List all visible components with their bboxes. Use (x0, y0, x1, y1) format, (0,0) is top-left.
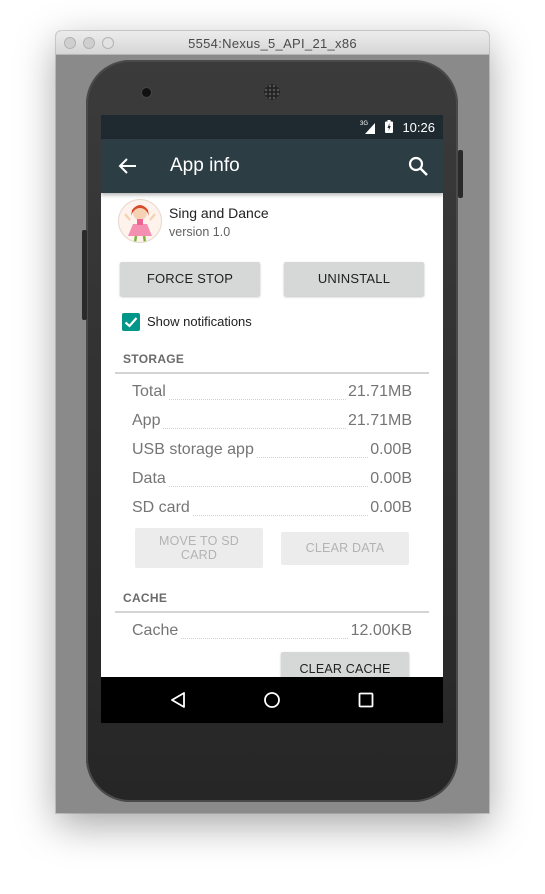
app-bar: App info (101, 139, 443, 193)
network-type-label: 3G (360, 121, 368, 127)
cache-row-value: 12.00KB (348, 622, 412, 640)
cache-divider (115, 611, 429, 613)
uninstall-button[interactable]: UNINSTALL (284, 262, 424, 296)
storage-row-label: App (132, 412, 163, 430)
storage-row-label: Total (132, 383, 168, 401)
show-notifications-label: Show notifications (147, 314, 252, 329)
earpiece-speaker (264, 84, 280, 100)
nav-home-icon[interactable] (263, 691, 281, 709)
uninstall-label: UNINSTALL (317, 271, 391, 286)
front-camera (142, 88, 151, 97)
signal-icon: 3G (360, 121, 375, 134)
back-arrow-icon[interactable] (118, 156, 138, 176)
clear-data-label: CLEAR DATA (305, 541, 385, 555)
clear-data-button[interactable]: CLEAR DATA (281, 532, 409, 565)
window-titlebar: 5554:Nexus_5_API_21_x86 (56, 31, 489, 55)
storage-row-value: 0.00B (368, 470, 412, 488)
storage-row-label: Data (132, 470, 168, 488)
storage-row-label: USB storage app (132, 441, 256, 459)
storage-row-value: 0.00B (368, 441, 412, 459)
clear-cache-button[interactable]: CLEAR CACHE (281, 652, 409, 677)
battery-icon (385, 120, 393, 133)
move-to-sd-label-line1: MOVE TO SD (158, 534, 240, 548)
storage-row-usb: USB storage app 0.00B (132, 441, 412, 463)
cache-row-label: Cache (132, 622, 181, 640)
app-info-content[interactable]: Sing and Dance version 1.0 FORCE STOP UN… (101, 193, 443, 677)
status-bar: 3G 10:26 (101, 115, 443, 139)
page-title: App info (170, 155, 240, 176)
window-title: 5554:Nexus_5_API_21_x86 (188, 36, 357, 51)
storage-row-label: SD card (132, 499, 192, 517)
force-stop-label: FORCE STOP (146, 271, 234, 286)
nav-back-icon[interactable] (169, 691, 187, 709)
search-icon[interactable] (407, 155, 429, 177)
phone-screen: 3G 10:26 App info Sing and Dance version… (101, 115, 443, 723)
show-notifications-checkbox[interactable] (122, 313, 140, 331)
app-version: version 1.0 (169, 225, 231, 239)
clear-cache-label: CLEAR CACHE (299, 662, 391, 676)
storage-divider (115, 372, 429, 374)
move-to-sd-label-line2: CARD (180, 548, 218, 562)
storage-header: STORAGE (123, 352, 185, 366)
storage-row-value: 0.00B (368, 499, 412, 517)
power-button[interactable] (458, 150, 463, 198)
force-stop-button[interactable]: FORCE STOP (120, 262, 260, 296)
storage-row-app: App 21.71MB (132, 412, 412, 434)
cache-header: CACHE (123, 591, 168, 605)
move-to-sd-card-button[interactable]: MOVE TO SD CARD (135, 528, 263, 568)
storage-row-sd-card: SD card 0.00B (132, 499, 412, 521)
app-name: Sing and Dance (169, 205, 269, 221)
status-time: 10:26 (402, 120, 435, 135)
storage-row-data: Data 0.00B (132, 470, 412, 492)
volume-button[interactable] (82, 230, 87, 320)
checkmark-icon (124, 317, 138, 328)
cache-row: Cache 12.00KB (132, 622, 412, 644)
storage-row-total: Total 21.71MB (132, 383, 412, 405)
app-icon (118, 199, 162, 243)
storage-row-value: 21.71MB (345, 383, 412, 401)
storage-row-value: 21.71MB (345, 412, 412, 430)
nav-recents-icon[interactable] (358, 692, 374, 708)
navigation-bar (101, 677, 443, 723)
